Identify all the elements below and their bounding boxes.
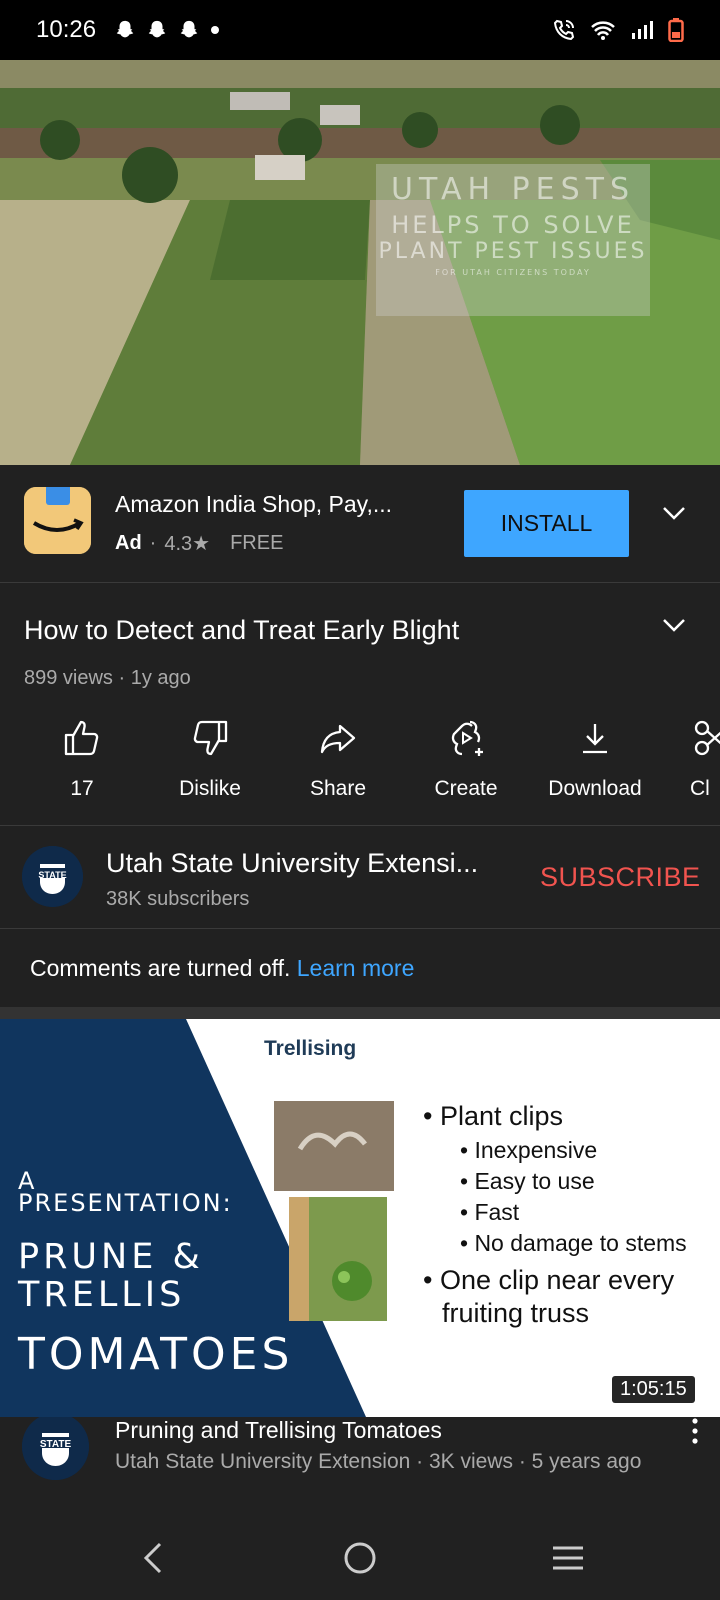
slide-heading: Trellising [264, 1037, 357, 1060]
like-count: 17 [70, 777, 94, 800]
home-icon[interactable] [342, 1540, 378, 1576]
download-button[interactable]: Download [530, 713, 660, 801]
share-button[interactable]: Share [273, 713, 403, 801]
system-icons [552, 18, 684, 42]
comments-off-text: Comments are turned off. [30, 955, 291, 981]
slide-bullet: • One clip near every [423, 1265, 675, 1295]
channel-row[interactable]: STATE Utah State University Extensi... 3… [0, 826, 720, 929]
snapchat-icon [148, 20, 166, 38]
ad-banner[interactable]: Amazon India Shop, Pay,... Ad · 4.3★ FRE… [0, 465, 720, 583]
system-nav-bar [0, 1520, 720, 1600]
like-button[interactable]: 17 [17, 713, 147, 801]
snapchat-icon [180, 20, 198, 38]
signal-icon [632, 21, 653, 39]
download-icon [583, 724, 607, 754]
ad-app-name[interactable]: Amazon India Shop, Pay,... [115, 491, 392, 518]
create-short-icon [451, 720, 483, 756]
next-video-details[interactable]: STATE Pruning and Trellising Tomatoes Ut… [0, 1417, 720, 1520]
chevron-down-icon[interactable] [660, 611, 688, 639]
avatar-text: STATE [39, 1439, 72, 1450]
share-label: Share [309, 777, 367, 800]
watermark-line: HELPS TO SOLVE [391, 211, 635, 239]
share-icon [320, 724, 356, 754]
video-duration: 1:05:15 [612, 1376, 695, 1403]
avatar-text: STATE [38, 870, 67, 880]
clip-button[interactable]: Cl [690, 713, 720, 801]
create-button[interactable]: Create [401, 713, 531, 801]
learn-more-link[interactable]: Learn more [297, 955, 415, 981]
ad-separator: · [149, 532, 157, 554]
next-video-title[interactable]: Pruning and Trellising Tomatoes [115, 1417, 442, 1444]
watermark-line: FOR UTAH CITIZENS TODAY [435, 268, 591, 277]
watermark-line: UTAH PESTS [390, 172, 636, 207]
presentation-line: PRESENTATION: [18, 1189, 233, 1217]
ad-price: FREE [230, 532, 284, 554]
watermark-line: PLANT PEST ISSUES [378, 239, 648, 264]
download-label: Download [548, 777, 642, 800]
dislike-label: Dislike [179, 777, 241, 800]
slide-subbullet: • Easy to use [460, 1168, 595, 1194]
snapchat-icon [116, 20, 134, 38]
slide-subbullet: • No damage to stems [460, 1230, 687, 1256]
ad-meta: Ad · 4.3★ FREE [115, 531, 283, 556]
wifi-calling-icon [553, 19, 575, 41]
amazon-app-icon [24, 487, 91, 554]
clip-label: Cl [690, 777, 710, 800]
back-icon[interactable] [138, 1540, 168, 1576]
video-watermark: UTAH PESTS HELPS TO SOLVE PLANT PEST ISS… [376, 164, 650, 316]
chevron-down-icon[interactable] [660, 499, 688, 527]
slide-bullet: • Plant clips [423, 1101, 564, 1131]
channel-avatar[interactable]: STATE [22, 846, 83, 907]
slide-bullet: fruiting truss [442, 1298, 590, 1328]
clock: 10:26 [36, 16, 97, 43]
next-video-meta: Utah State University Extension · 3K vie… [115, 1450, 642, 1473]
scissors-icon [694, 720, 720, 756]
subscribe-button[interactable]: SUBSCRIBE [540, 862, 701, 893]
comments-section: Comments are turned off. Learn more [0, 929, 720, 1007]
battery-low-icon [668, 18, 684, 42]
ad-rating: 4.3★ [164, 533, 211, 555]
next-video-thumbnail[interactable]: Trellising • Plant clips • Inexpensive •… [0, 1019, 720, 1417]
video-player[interactable]: UTAH PESTS HELPS TO SOLVE PLANT PEST ISS… [0, 60, 720, 465]
action-bar: 17 Dislike Share Create Download Cl [0, 713, 720, 813]
channel-name[interactable]: Utah State University Extensi... [106, 848, 478, 879]
more-options-icon[interactable] [690, 1417, 700, 1445]
wifi-icon [591, 21, 615, 40]
presentation-line: PRUNE & [18, 1237, 204, 1277]
comments-notice: Comments are turned off. Learn more [30, 955, 414, 982]
divider [0, 1007, 720, 1019]
dot-icon [211, 26, 220, 34]
slide-subbullet: • Fast [460, 1199, 520, 1225]
slide-subbullet: • Inexpensive [460, 1137, 598, 1163]
video-title[interactable]: How to Detect and Treat Early Blight [24, 615, 459, 646]
channel-avatar[interactable]: STATE [22, 1417, 89, 1480]
subscriber-count: 38K subscribers [106, 888, 250, 910]
presentation-line: TRELLIS [18, 1275, 186, 1315]
install-button[interactable]: INSTALL [464, 490, 629, 557]
ad-label: Ad [115, 532, 142, 554]
thumbs-down-icon [193, 720, 228, 756]
recent-apps-icon[interactable] [550, 1540, 586, 1576]
presentation-line: TOMATOES [18, 1329, 294, 1380]
notification-icons [114, 19, 220, 41]
create-label: Create [434, 777, 498, 800]
thumbs-up-icon [64, 720, 99, 756]
video-info: How to Detect and Treat Early Blight 899… [0, 583, 720, 826]
dislike-button[interactable]: Dislike [145, 713, 275, 801]
status-bar: 10:26 [0, 0, 720, 60]
video-meta: 899 views · 1y ago [24, 667, 191, 689]
